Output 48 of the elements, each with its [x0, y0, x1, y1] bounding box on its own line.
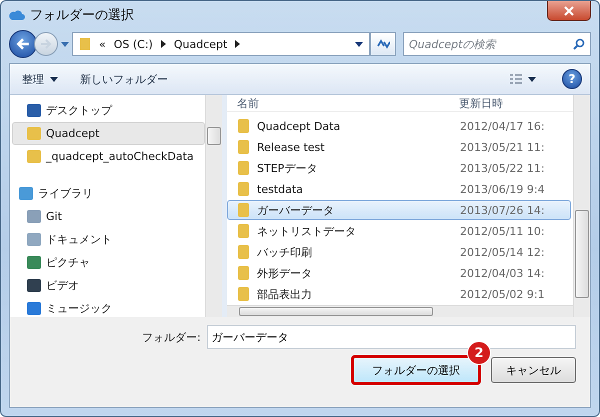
- chevron-icon[interactable]: [235, 40, 240, 48]
- column-header[interactable]: 更新日時: [459, 96, 573, 111]
- nav-item[interactable]: ミュージック: [12, 297, 205, 320]
- file-row[interactable]: ガーバーデータ 2013/07/26 14:: [227, 200, 571, 220]
- close-icon: [564, 6, 574, 16]
- nav-item[interactable]: Quadcept: [12, 122, 205, 145]
- refresh-button[interactable]: [370, 32, 396, 56]
- nav-item[interactable]: ビデオ: [12, 274, 205, 297]
- breadcrumb[interactable]: «: [99, 38, 106, 50]
- folder-label: フォルダー:: [142, 330, 201, 344]
- file-row[interactable]: STEPデータ 2013/05/22 11:: [227, 158, 571, 178]
- dialog-button[interactable]: キャンセル: [491, 357, 576, 383]
- breadcrumb[interactable]: OS (C:): [114, 38, 153, 50]
- caret-icon: [528, 76, 536, 82]
- close-button[interactable]: [547, 1, 591, 21]
- scrollbar[interactable]: [573, 95, 590, 317]
- search-icon: [573, 38, 585, 50]
- nav-item[interactable]: Git: [12, 205, 205, 228]
- search-field[interactable]: Quadceptの検索: [403, 32, 591, 56]
- back-arrow-icon: [16, 37, 30, 51]
- chevron-icon[interactable]: [160, 40, 166, 48]
- file-row[interactable]: 外形データ 2012/04/03 14:: [227, 263, 571, 284]
- address-bar[interactable]: « OS (C:) Quadcept: [72, 32, 370, 56]
- organize-button[interactable]: 整理: [18, 70, 62, 88]
- column-header[interactable]: 名前: [227, 96, 459, 111]
- list-view-icon: [510, 74, 522, 84]
- nav-item[interactable]: _quadcept_autoCheckData: [12, 145, 205, 168]
- folder-icon: [79, 37, 91, 51]
- nav-item[interactable]: ドキュメント: [12, 228, 205, 251]
- cloud-icon: [9, 9, 25, 21]
- file-row[interactable]: バッチ印刷 2012/05/14 12:: [227, 242, 571, 262]
- caret-icon[interactable]: [355, 42, 363, 46]
- file-row[interactable]: 部品表出力 2012/05/02 9:1: [227, 284, 571, 304]
- caret-icon: [50, 76, 58, 82]
- scrollbar[interactable]: [227, 305, 573, 317]
- window-title: フォルダーの選択: [30, 7, 134, 24]
- scrollbar[interactable]: [205, 95, 222, 317]
- file-row[interactable]: ネットリストデータ 2012/05/11 10:: [227, 221, 571, 242]
- file-row[interactable]: Quadcept Data 2012/04/17 16:: [227, 116, 571, 136]
- new-folder-button[interactable]: 新しいフォルダー: [76, 70, 172, 88]
- file-row[interactable]: testdata 2013/06/19 9:4: [227, 179, 571, 200]
- breadcrumb[interactable]: Quadcept: [174, 38, 228, 50]
- nav-item[interactable]: ライブラリ: [12, 182, 205, 205]
- file-row[interactable]: Release test 2013/05/21 11:: [227, 137, 571, 158]
- nav-item[interactable]: デスクトップ: [12, 99, 205, 122]
- forward-arrow-icon: [40, 38, 52, 50]
- nav-item[interactable]: ピクチャ: [12, 251, 205, 274]
- back-button[interactable]: [9, 30, 37, 58]
